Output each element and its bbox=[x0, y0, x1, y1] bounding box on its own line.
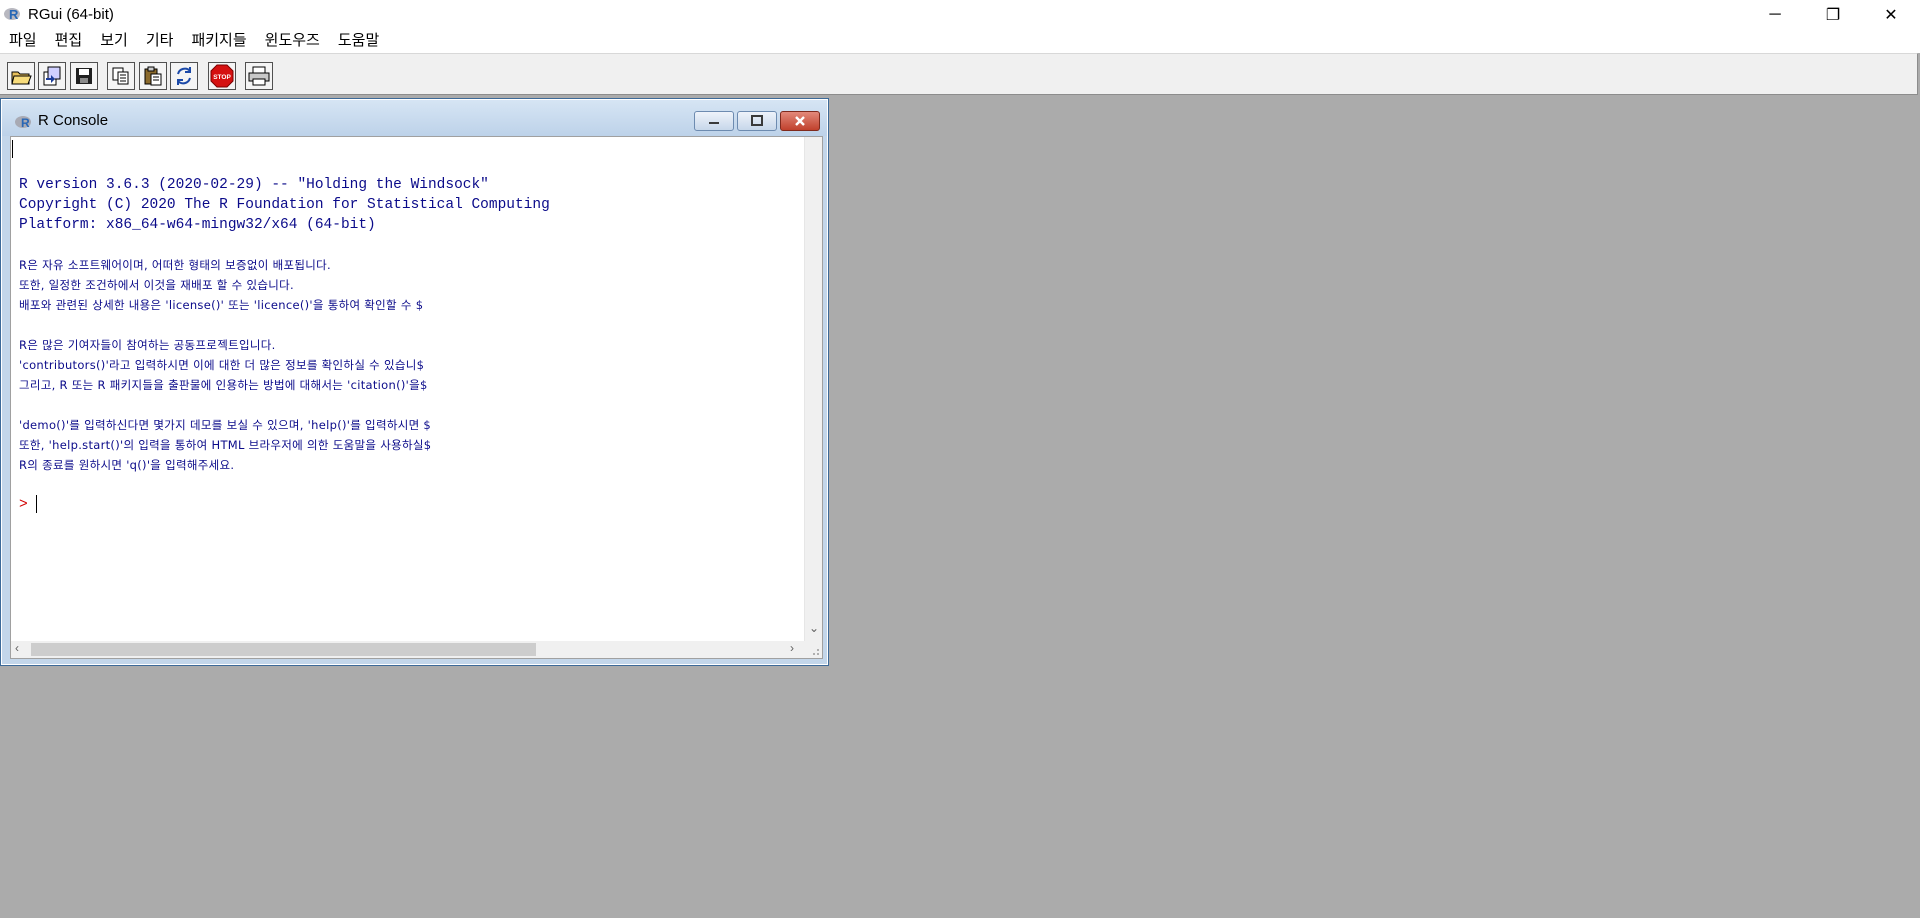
menu-windows[interactable]: 윈도우즈 bbox=[256, 29, 329, 53]
horizontal-scroll-thumb[interactable] bbox=[31, 643, 536, 656]
console-line: R은 자유 소프트웨어이며, 어떠한 형태의 보증없이 배포됩니다. bbox=[19, 258, 331, 272]
copy-paste-button[interactable] bbox=[170, 62, 198, 90]
paste-icon bbox=[144, 66, 162, 86]
console-line: 또한, 'help.start()'의 입력을 통하여 HTML 브라우저에 의… bbox=[19, 438, 432, 452]
scroll-down-icon[interactable]: ⌄ bbox=[809, 621, 819, 635]
app-title: RGui (64-bit) bbox=[28, 6, 114, 23]
console-titlebar[interactable]: R R Console bbox=[2, 100, 827, 136]
close-icon bbox=[795, 116, 805, 126]
svg-text:R: R bbox=[21, 116, 30, 130]
open-script-button[interactable] bbox=[7, 62, 35, 90]
app-titlebar: R RGui (64-bit) ─ ❐ ✕ bbox=[0, 0, 1920, 29]
console-line: 'demo()'를 입력하신다면 몇가지 데모를 보실 수 있으며, 'help… bbox=[19, 418, 432, 432]
load-workspace-button[interactable] bbox=[38, 62, 66, 90]
print-button[interactable] bbox=[245, 62, 273, 90]
input-caret bbox=[35, 495, 37, 514]
menu-misc[interactable]: 기타 bbox=[137, 29, 183, 53]
save-workspace-button[interactable] bbox=[70, 62, 98, 90]
console-line: R의 종료를 원하시면 'q()'을 입력해주세요. bbox=[19, 458, 235, 472]
load-workspace-icon bbox=[43, 66, 61, 86]
copy-button[interactable] bbox=[107, 62, 135, 90]
menu-view[interactable]: 보기 bbox=[91, 29, 137, 53]
window-controls: ─ ❐ ✕ bbox=[1746, 0, 1920, 29]
save-workspace-icon bbox=[76, 68, 92, 84]
console-line: 또한, 일정한 조건하에서 이것을 재배포 할 수 있습니다. bbox=[19, 278, 294, 292]
scroll-right-icon[interactable]: › bbox=[790, 641, 794, 655]
paste-button[interactable] bbox=[139, 62, 167, 90]
menu-help[interactable]: 도움말 bbox=[329, 29, 388, 53]
menu-packages[interactable]: 패키지들 bbox=[182, 29, 255, 53]
text-cursor bbox=[12, 140, 13, 158]
vertical-scrollbar[interactable]: ⌃ ⌄ bbox=[804, 137, 822, 642]
menu-edit[interactable]: 편집 bbox=[46, 29, 92, 53]
r-logo-icon: R bbox=[4, 7, 22, 23]
r-console-icon: R bbox=[15, 114, 33, 130]
minimize-icon bbox=[709, 122, 719, 124]
console-output[interactable]: R version 3.6.3 (2020-02-29) -- "Holding… bbox=[10, 136, 823, 659]
maximize-icon bbox=[751, 115, 763, 126]
open-script-icon bbox=[11, 71, 32, 85]
console-line: Platform: x86_64-w64-mingw32/x64 (64-bit… bbox=[19, 217, 376, 233]
restore-button[interactable]: ❐ bbox=[1804, 0, 1862, 29]
console-line: 그리고, R 또는 R 패키지들을 출판물에 인용하는 방법에 대해서는 'ci… bbox=[19, 378, 428, 392]
stop-label: STOP bbox=[213, 74, 231, 81]
menu-bar: 파일 편집 보기 기타 패키지들 윈도우즈 도움말 bbox=[0, 29, 1920, 53]
copy-paste-icon bbox=[177, 67, 191, 85]
toolbar: STOP bbox=[0, 53, 1918, 96]
vertical-scroll-thumb[interactable] bbox=[807, 137, 820, 235]
r-console-window[interactable]: R R Console R version 3.6.3 (2020-02-29)… bbox=[0, 98, 829, 666]
console-close-button[interactable] bbox=[780, 111, 820, 131]
scroll-left-icon[interactable]: ‹ bbox=[15, 641, 19, 655]
prompt-symbol: > bbox=[19, 497, 28, 513]
resize-grip-icon bbox=[813, 649, 819, 655]
copy-icon bbox=[112, 67, 129, 85]
console-title: R Console bbox=[38, 112, 109, 129]
stop-icon: STOP bbox=[210, 64, 234, 88]
console-line: 'contributors()'라고 입력하시면 이에 대한 더 많은 정보를 … bbox=[19, 358, 425, 372]
console-line: R은 많은 기여자들이 참여하는 공동프로젝트입니다. bbox=[19, 338, 276, 352]
print-icon bbox=[248, 66, 270, 86]
stop-button[interactable]: STOP bbox=[208, 62, 236, 90]
console-text-area: R version 3.6.3 (2020-02-29) -- "Holding… bbox=[19, 175, 809, 515]
console-minimize-button[interactable] bbox=[694, 111, 734, 131]
resize-grip[interactable] bbox=[805, 641, 822, 658]
console-maximize-button[interactable] bbox=[737, 111, 777, 131]
menu-file[interactable]: 파일 bbox=[0, 29, 46, 53]
minimize-button[interactable]: ─ bbox=[1746, 0, 1804, 29]
close-button[interactable]: ✕ bbox=[1862, 0, 1920, 29]
horizontal-scrollbar[interactable]: ‹ › bbox=[11, 641, 806, 658]
console-line: R version 3.6.3 (2020-02-29) -- "Holding… bbox=[19, 177, 489, 193]
console-line: 배포와 관련된 상세한 내용은 'license()' 또는 'licence(… bbox=[19, 298, 424, 312]
prompt-line[interactable]: > bbox=[19, 495, 809, 515]
console-line: Copyright (C) 2020 The R Foundation for … bbox=[19, 197, 550, 213]
